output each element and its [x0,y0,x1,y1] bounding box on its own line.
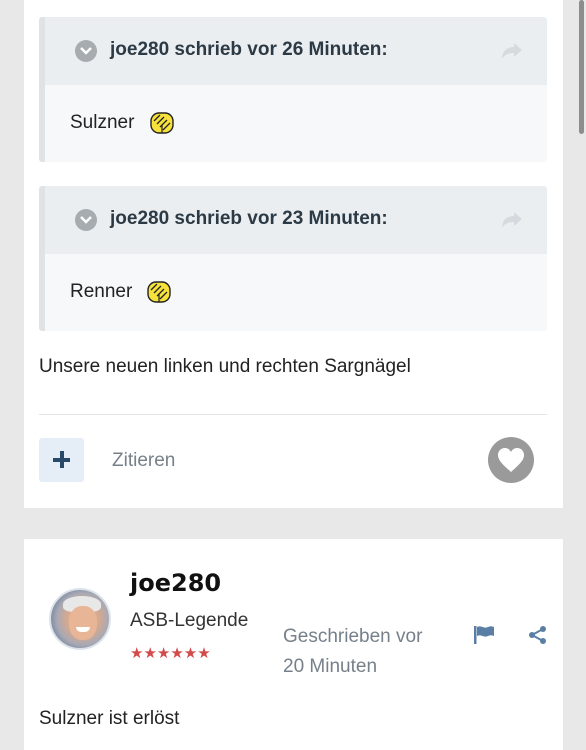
quote-author: joe280 schrieb vor 23 Minuten: [110,208,388,229]
quote-text: Renner [70,281,133,302]
like-button[interactable] [488,437,534,483]
quote-author: joe280 schrieb vor 26 Minuten: [110,39,388,60]
quote-button[interactable]: Zitieren [112,450,175,472]
hands-praying-emoji [147,281,171,303]
avatar[interactable] [49,588,111,650]
quote-link-icon[interactable] [501,211,523,234]
quote-content: Renner [45,254,547,331]
quote-block: joe280 schrieb vor 26 Minuten: Sulzner [39,17,547,162]
multiquote-add-button[interactable] [39,438,84,482]
user-rank: ASB-Legende [130,610,249,631]
hands-praying-emoji [150,112,174,134]
scrollbar[interactable] [579,0,584,134]
reply-card: joe280 ASB-Legende ★★★★★★ Geschrieben vo… [24,539,563,750]
quote-text: Sulzner [70,112,135,133]
flag-icon[interactable] [473,625,495,650]
post-body: Unsere neuen linken und rechten Sargnäge… [39,356,411,377]
reply-body: Sulzner ist erlöst [39,708,180,729]
chevron-down-icon[interactable] [75,209,97,231]
post-timestamp[interactable]: Geschrieben vor 20 Minuten [283,622,458,682]
heart-icon [498,448,524,472]
quote-header[interactable]: joe280 schrieb vor 23 Minuten: [45,186,547,254]
username-link[interactable]: joe280 [130,569,221,597]
post-card: joe280 schrieb vor 26 Minuten: Sulzner j… [24,0,563,508]
quote-block: joe280 schrieb vor 23 Minuten: Renner [39,186,547,331]
timestamp-line: 20 Minuten [283,656,378,677]
share-icon[interactable] [528,625,548,650]
quote-content: Sulzner [45,85,547,162]
quote-link-icon[interactable] [501,42,523,65]
divider [39,414,547,415]
quote-header[interactable]: joe280 schrieb vor 26 Minuten: [45,17,547,85]
rank-stars: ★★★★★★ [130,645,211,662]
chevron-down-icon[interactable] [75,40,97,62]
timestamp-line: Geschrieben vor [283,626,423,647]
